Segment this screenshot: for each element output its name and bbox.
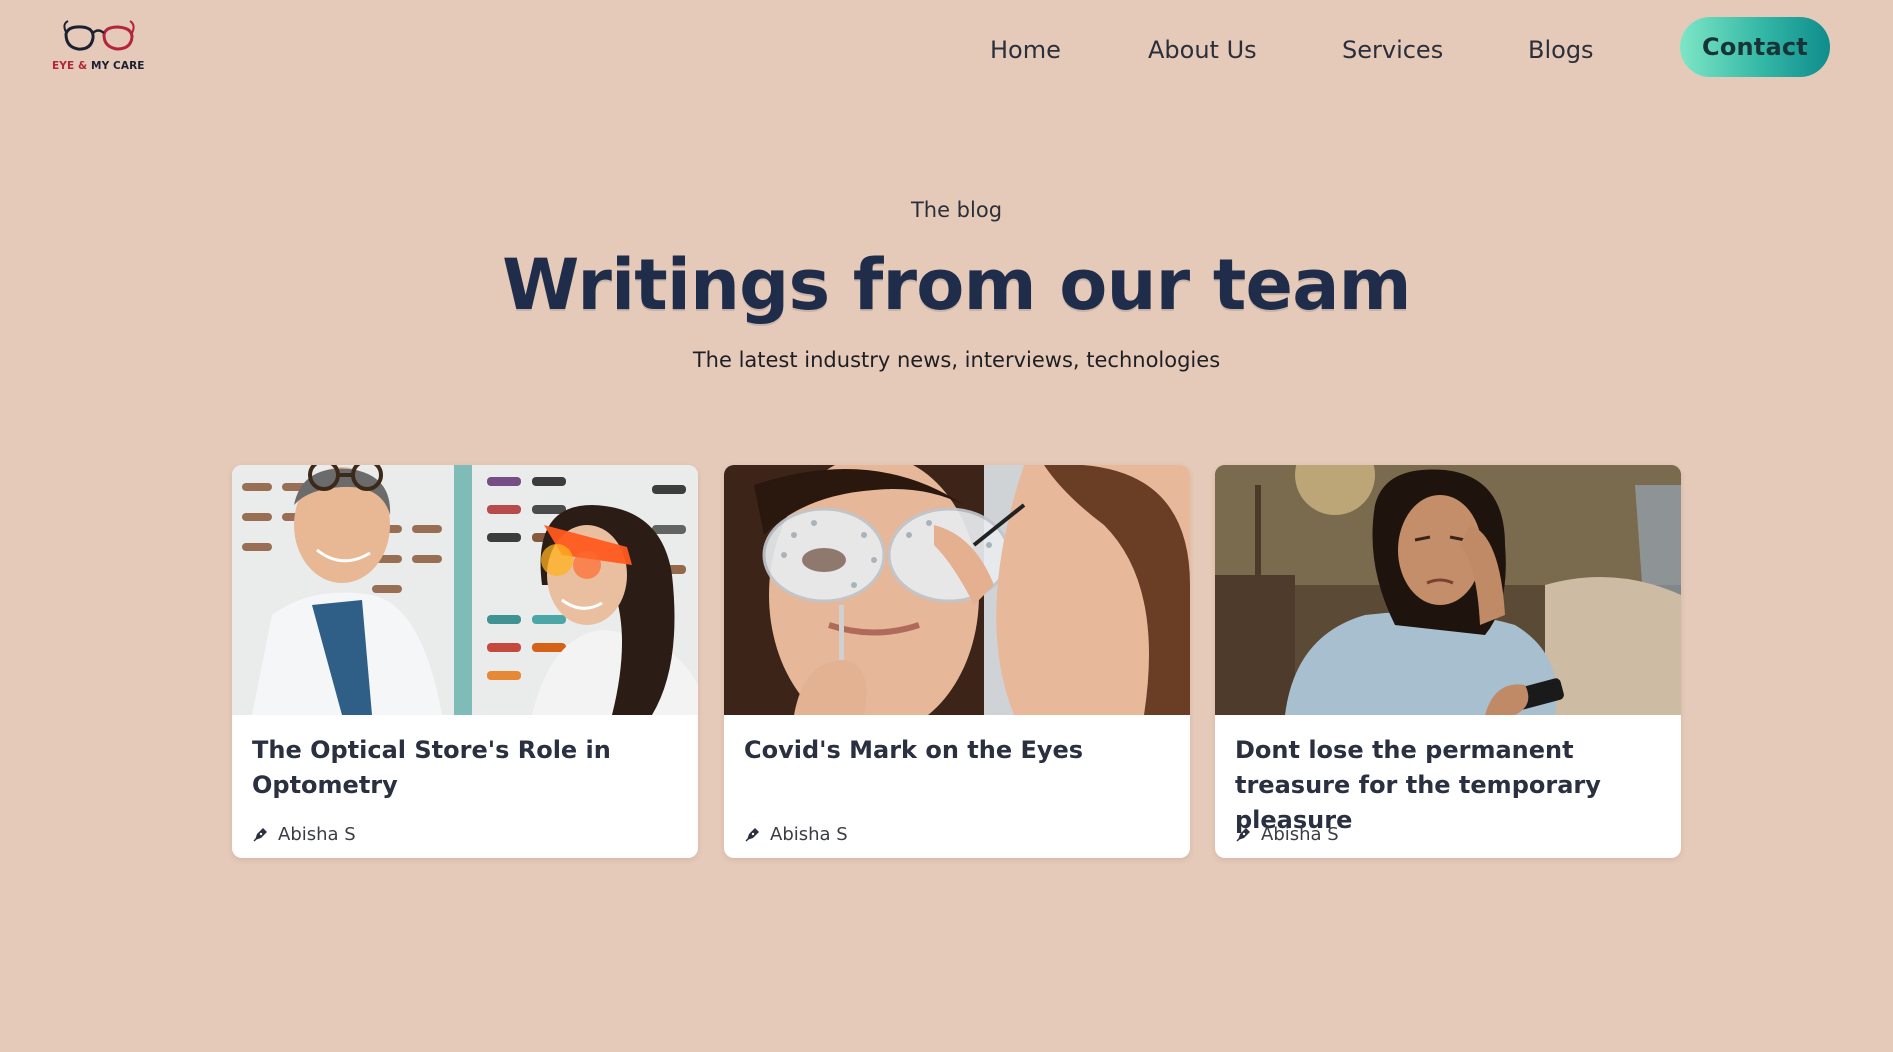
- blog-card[interactable]: The Optical Store's Role in Optometry Ab…: [232, 465, 698, 858]
- tired-woman-with-phone-photo: [1215, 465, 1681, 715]
- eye-exam-trial-frame-photo: [724, 465, 1190, 715]
- card-author: Abisha S: [1235, 824, 1339, 846]
- pen-icon: [745, 828, 759, 842]
- pen-icon: [1236, 828, 1250, 842]
- blog-card[interactable]: Covid's Mark on the Eyes Abisha S: [724, 465, 1190, 858]
- main-nav: Home About Us Services Blogs: [0, 30, 1893, 70]
- page-title: Writings from our team: [502, 244, 1411, 326]
- pen-icon: [253, 828, 267, 842]
- hero-subtitle: The latest industry news, interviews, te…: [692, 348, 1221, 372]
- site-header: EYE & MY CARE Home About Us Services Blo…: [0, 0, 1893, 96]
- card-title[interactable]: The Optical Store's Role in Optometry: [252, 733, 682, 803]
- nav-link-blogs[interactable]: Blogs: [1528, 30, 1594, 70]
- blog-card[interactable]: Dont lose the permanent treasure for the…: [1215, 465, 1681, 858]
- nav-link-home[interactable]: Home: [990, 30, 1061, 70]
- author-name: Abisha S: [770, 824, 848, 845]
- hero-eyebrow: The blog: [910, 198, 1003, 222]
- card-title[interactable]: Covid's Mark on the Eyes: [744, 733, 1174, 768]
- card-author: Abisha S: [744, 824, 848, 846]
- nav-link-services[interactable]: Services: [1342, 30, 1443, 70]
- author-name: Abisha S: [278, 824, 356, 845]
- contact-button[interactable]: Contact: [1680, 17, 1830, 77]
- card-title[interactable]: Dont lose the permanent treasure for the…: [1235, 733, 1665, 838]
- card-author: Abisha S: [252, 824, 356, 846]
- optician-fitting-glasses-photo: [232, 465, 698, 715]
- author-name: Abisha S: [1261, 824, 1339, 845]
- nav-link-about-us[interactable]: About Us: [1148, 30, 1257, 70]
